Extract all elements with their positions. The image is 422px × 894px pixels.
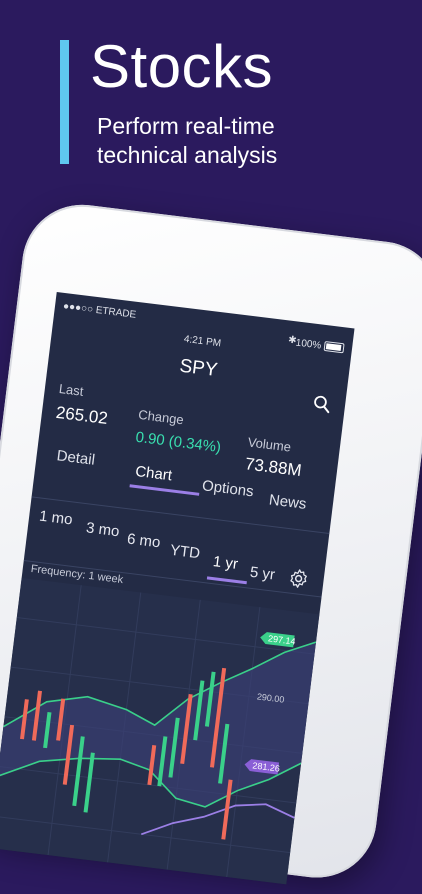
- tab-detail[interactable]: Detail: [56, 447, 96, 469]
- promo-subtitle-line-1: Perform real-time: [97, 113, 275, 139]
- clock: 4:21 PM: [183, 333, 222, 350]
- volume-label: Volume: [246, 434, 292, 455]
- active-tab-indicator: [129, 484, 200, 496]
- price-chart[interactable]: 297.14 290.00 281.26: [0, 577, 320, 885]
- change-label: Change: [137, 406, 185, 428]
- gear-icon[interactable]: [286, 566, 311, 591]
- battery-icon: [323, 341, 345, 354]
- range-5yr[interactable]: 5 yr: [249, 564, 276, 584]
- range-3mo[interactable]: 3 mo: [85, 519, 120, 540]
- promo-subtitle-line-2: technical analysis: [97, 142, 278, 168]
- battery-indicator: 100%: [295, 338, 345, 355]
- last-label: Last: [58, 381, 85, 399]
- last-value: 265.02: [54, 402, 109, 429]
- price-tag-top: 297.14: [260, 632, 296, 648]
- status-bar: ●●●○○ ETRADE ✱ 4:21 PM 100%: [62, 300, 346, 354]
- range-1mo[interactable]: 1 mo: [38, 508, 73, 529]
- tab-news[interactable]: News: [268, 491, 307, 512]
- range-ytd[interactable]: YTD: [169, 542, 201, 563]
- battery-percent: 100%: [295, 337, 322, 352]
- candle: [83, 752, 95, 813]
- volume-value: 73.88M: [244, 454, 303, 481]
- app-screen: ●●●○○ ETRADE ✱ 4:21 PM 100% SPY Last 265…: [0, 291, 355, 885]
- promo-accent-bar: [60, 40, 69, 164]
- tab-chart[interactable]: Chart: [134, 463, 172, 484]
- phone-mockup: ●●●○○ ETRADE ✱ 4:21 PM 100% SPY Last 265…: [0, 198, 422, 885]
- promo-title: Stocks: [90, 33, 274, 100]
- tab-options[interactable]: Options: [201, 477, 254, 500]
- search-icon[interactable]: [312, 394, 332, 414]
- carrier-label: ●●●○○ ETRADE: [62, 300, 137, 321]
- range-1yr[interactable]: 1 yr: [212, 553, 239, 573]
- change-value: 0.90 (0.34%): [134, 428, 222, 457]
- range-6mo[interactable]: 6 mo: [126, 530, 161, 551]
- promo-subtitle: Perform real-time technical analysis: [97, 112, 277, 170]
